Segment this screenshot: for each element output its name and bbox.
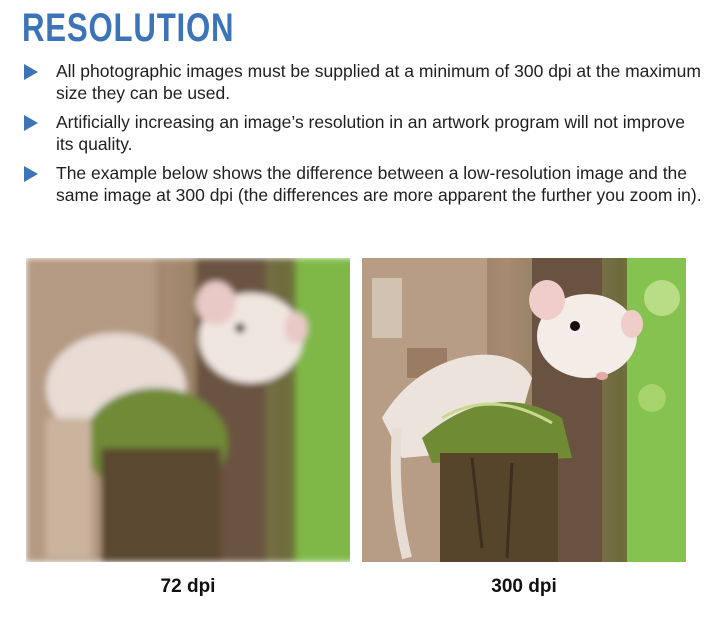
page-title: RESOLUTION [22, 6, 235, 50]
triangle-arrow-icon [24, 115, 38, 131]
triangle-arrow-icon [24, 64, 38, 80]
bullet-text: All photographic images must be supplied… [56, 61, 701, 103]
bullet-text: The example below shows the difference b… [56, 163, 702, 205]
bullet-list: All photographic images must be supplied… [22, 60, 702, 213]
bullet-item: The example below shows the difference b… [22, 162, 702, 206]
low-resolution-photo [26, 258, 350, 562]
low-resolution-caption: 72 dpi [160, 576, 216, 597]
high-resolution-photo [362, 258, 686, 562]
high-resolution-caption: 300 dpi [491, 576, 557, 597]
bullet-item: Artificially increasing an image’s resol… [22, 111, 702, 155]
triangle-arrow-icon [24, 166, 38, 182]
bullet-text: Artificially increasing an image’s resol… [56, 112, 685, 154]
bullet-item: All photographic images must be supplied… [22, 60, 702, 104]
